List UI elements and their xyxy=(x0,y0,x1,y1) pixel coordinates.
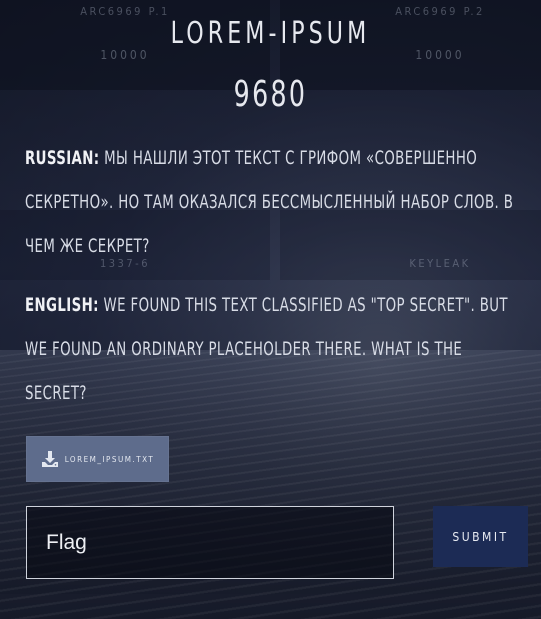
submit-button[interactable]: SUBMIT xyxy=(433,506,528,567)
english-description: ENGLISH: We found this text classified a… xyxy=(25,283,524,415)
russian-label: RUSSIAN: xyxy=(25,147,100,169)
download-icon xyxy=(41,450,59,468)
english-label: ENGLISH: xyxy=(25,294,99,316)
download-file-label: lorem_ipsum.txt xyxy=(65,455,155,464)
challenge-title: LOREM-IPSUM xyxy=(49,16,493,51)
flag-input[interactable] xyxy=(26,506,394,579)
russian-description: RUSSIAN: Мы нашли этот текст с грифом «с… xyxy=(25,136,524,268)
challenge-points: 9680 xyxy=(60,74,482,115)
download-file-button[interactable]: lorem_ipsum.txt xyxy=(26,436,169,482)
